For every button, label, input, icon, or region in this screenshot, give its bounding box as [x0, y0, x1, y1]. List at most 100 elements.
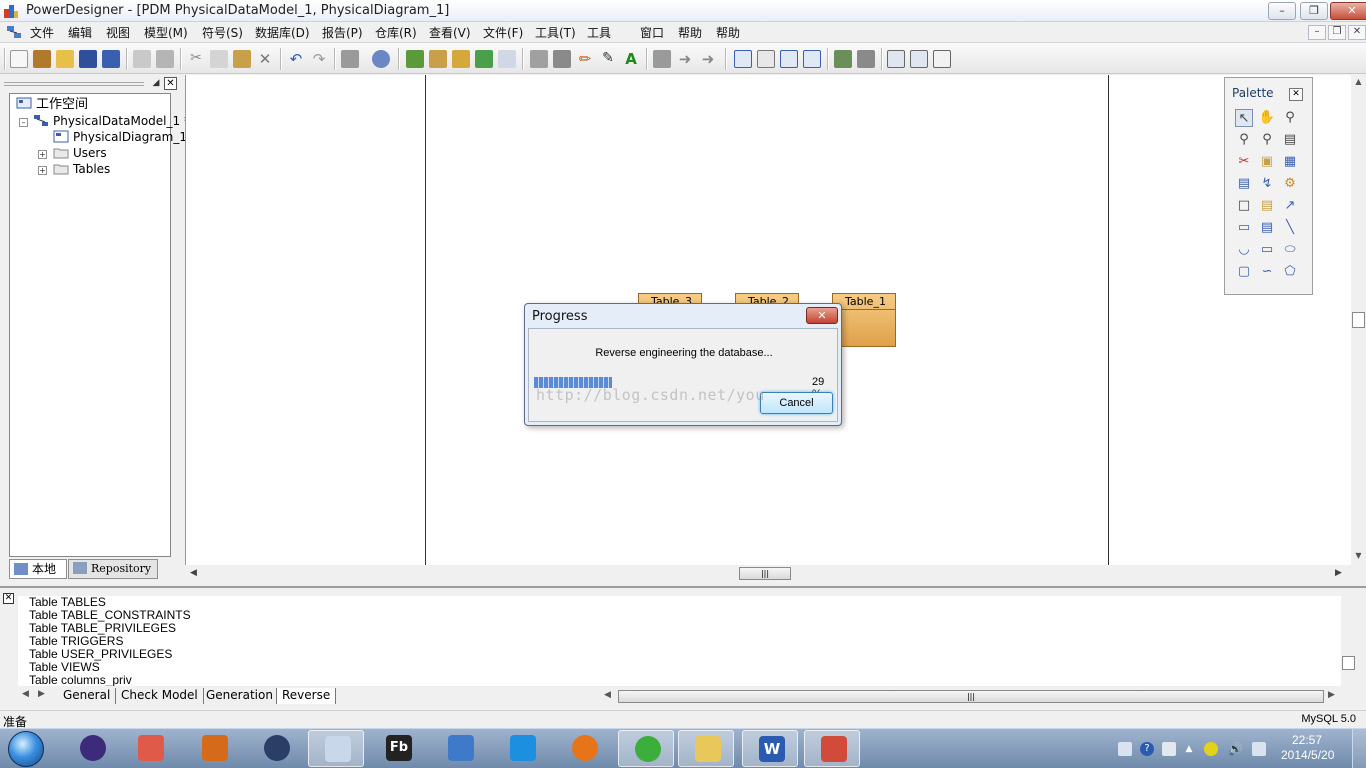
save-all-icon[interactable] — [102, 50, 120, 68]
open-package-tool-icon[interactable]: ⚲ — [1258, 131, 1276, 149]
minimize-button[interactable]: – — [1268, 2, 1296, 20]
back-icon[interactable]: ➜ — [676, 50, 694, 68]
mdi-close-button[interactable]: ✕ — [1348, 25, 1366, 40]
storage-tool-icon[interactable]: ▭ — [1235, 219, 1253, 237]
scroll-right-icon[interactable]: ▶ — [1335, 568, 1342, 578]
save-icon[interactable] — [79, 50, 97, 68]
new-icon[interactable] — [10, 50, 28, 68]
pin-icon[interactable]: ◢ — [150, 77, 162, 89]
ellipse-tool-icon[interactable]: ⬭ — [1281, 241, 1299, 259]
link-tool-icon[interactable]: ↗ — [1281, 197, 1299, 215]
tree-item-tables[interactable]: Tables — [53, 161, 110, 177]
diagram-vertical-scrollbar[interactable]: ▲ ▼ — [1351, 75, 1366, 565]
merge-icon[interactable] — [498, 50, 516, 68]
help-icon[interactable]: ? — [1140, 742, 1154, 756]
repository-icon[interactable] — [452, 50, 470, 68]
output-horizontal-scrollbar[interactable]: ◀ ||| ▶ — [600, 688, 1342, 704]
close-window-button[interactable]: ✕ — [1330, 2, 1366, 20]
cancel-button[interactable]: Cancel — [760, 392, 833, 414]
tab-scroll-left-icon[interactable]: ◀ — [22, 689, 29, 699]
new-model-icon[interactable] — [33, 50, 51, 68]
zoom-out-tool-icon[interactable]: ⚲ — [1235, 131, 1253, 149]
tray-expand-icon[interactable]: ▲ — [1182, 742, 1196, 756]
tab-reverse[interactable]: Reverse — [276, 688, 337, 704]
polyline-tool-icon[interactable]: ∽ — [1258, 263, 1276, 281]
tree-item-model[interactable]: PhysicalDataModel_1 * — [33, 113, 190, 129]
menu-model[interactable]: 模型(M) — [144, 24, 188, 41]
mdi-minimize-button[interactable]: – — [1308, 25, 1326, 40]
browser-close-button[interactable]: ✕ — [164, 77, 177, 90]
cut-icon[interactable]: ✂ — [187, 50, 205, 68]
taskbar-matlab[interactable] — [186, 730, 242, 767]
menu-symbol[interactable]: 符号(S) — [202, 24, 243, 41]
taskbar-powerdesigner[interactable] — [804, 730, 860, 767]
line-style-icon[interactable]: ✏ — [576, 50, 594, 68]
tree-item-workspace[interactable]: 工作空间 — [16, 97, 88, 113]
taskbar-word[interactable]: W — [742, 730, 798, 767]
output-scroll-thumb[interactable] — [1342, 656, 1355, 670]
powerdesigner-app-icon[interactable] — [3, 3, 19, 19]
output-icon[interactable] — [857, 50, 875, 68]
grabber-tool-icon[interactable]: ✋ — [1258, 109, 1276, 127]
menu-repository[interactable]: 仓库(R) — [375, 24, 417, 41]
menu-file-2[interactable]: 文件(F) — [483, 24, 523, 41]
tab-repository[interactable]: Repository — [68, 559, 158, 579]
ungroup-icon[interactable] — [553, 50, 571, 68]
start-button[interactable] — [3, 730, 49, 767]
output-scroll-left-icon[interactable]: ◀ — [604, 690, 611, 700]
view-tool-icon[interactable]: ▤ — [1235, 175, 1253, 193]
menu-help[interactable]: 帮助 — [716, 24, 740, 41]
tree-item-diagram[interactable]: PhysicalDiagram_1 — [53, 129, 187, 145]
reference-tool-icon[interactable]: ↯ — [1258, 175, 1276, 193]
dialog-close-button[interactable]: ✕ — [806, 307, 838, 324]
security-icon[interactable] — [1204, 742, 1218, 756]
document-menu-icon[interactable] — [6, 24, 22, 40]
tab-generation[interactable]: Generation — [201, 688, 279, 704]
line-tool-icon[interactable]: ╲ — [1281, 219, 1299, 237]
ime-icon[interactable] — [1162, 742, 1176, 756]
note-tool-icon[interactable]: ▤ — [1258, 197, 1276, 215]
toolbar-grip[interactable] — [4, 48, 6, 70]
tree-item-users[interactable]: Users — [53, 145, 107, 161]
redo-icon[interactable]: ↷ — [310, 50, 328, 68]
refresh-icon[interactable] — [475, 50, 493, 68]
palette-close-button[interactable]: ✕ — [1289, 88, 1303, 101]
network-icon[interactable] — [1252, 742, 1266, 756]
taskbar-file-explorer[interactable] — [678, 730, 734, 767]
paste-icon[interactable] — [233, 50, 251, 68]
taskbar-paint[interactable] — [122, 730, 178, 767]
output-horizontal-thumb[interactable]: ||| — [618, 690, 1324, 703]
group-icon[interactable] — [530, 50, 548, 68]
rounded-rectangle-tool-icon[interactable]: ▢ — [1235, 263, 1253, 281]
tile-icon[interactable] — [780, 50, 798, 68]
text-tool-icon[interactable]: ▤ — [1258, 219, 1276, 237]
open-icon[interactable] — [56, 50, 74, 68]
toggle-browser-icon[interactable] — [887, 50, 905, 68]
cascade-icon[interactable] — [757, 50, 775, 68]
table-tool-icon[interactable]: ▦ — [1281, 153, 1299, 171]
scroll-down-icon[interactable]: ▼ — [1351, 551, 1366, 563]
menu-tools-3[interactable]: 窗口 — [640, 24, 664, 41]
browser-icon[interactable] — [834, 50, 852, 68]
output-close-button[interactable]: ✕ — [3, 593, 14, 604]
print-icon[interactable] — [156, 50, 174, 68]
volume-icon[interactable]: 🔊 — [1228, 742, 1243, 756]
collapse-model-icon[interactable]: – — [19, 118, 28, 127]
print-preview-icon[interactable] — [133, 50, 151, 68]
browser-grip[interactable] — [4, 82, 144, 86]
vertical-scroll-thumb[interactable] — [1352, 312, 1365, 328]
menu-browse[interactable]: 查看(V) — [429, 24, 471, 41]
zoom-in-tool-icon[interactable]: ⚲ — [1281, 109, 1299, 127]
menu-file[interactable]: 文件 — [30, 24, 54, 41]
mdi-restore-button[interactable]: ❐ — [1328, 25, 1346, 40]
horizontal-scroll-thumb[interactable]: ||| — [739, 567, 791, 580]
menu-tools[interactable]: 工具(T) — [535, 24, 576, 41]
output-vertical-scrollbar[interactable] — [1341, 596, 1356, 686]
taskbar-onedrive[interactable] — [494, 730, 550, 767]
rectangle-tool-icon[interactable]: ▭ — [1258, 241, 1276, 259]
tab-check-model[interactable]: Check Model — [116, 688, 204, 704]
pointer-tool-icon[interactable]: ↖ — [1235, 109, 1253, 127]
scroll-up-icon[interactable]: ▲ — [1351, 77, 1366, 89]
copy-icon[interactable] — [210, 50, 228, 68]
tab-scroll-right-icon[interactable]: ▶ — [38, 689, 45, 699]
